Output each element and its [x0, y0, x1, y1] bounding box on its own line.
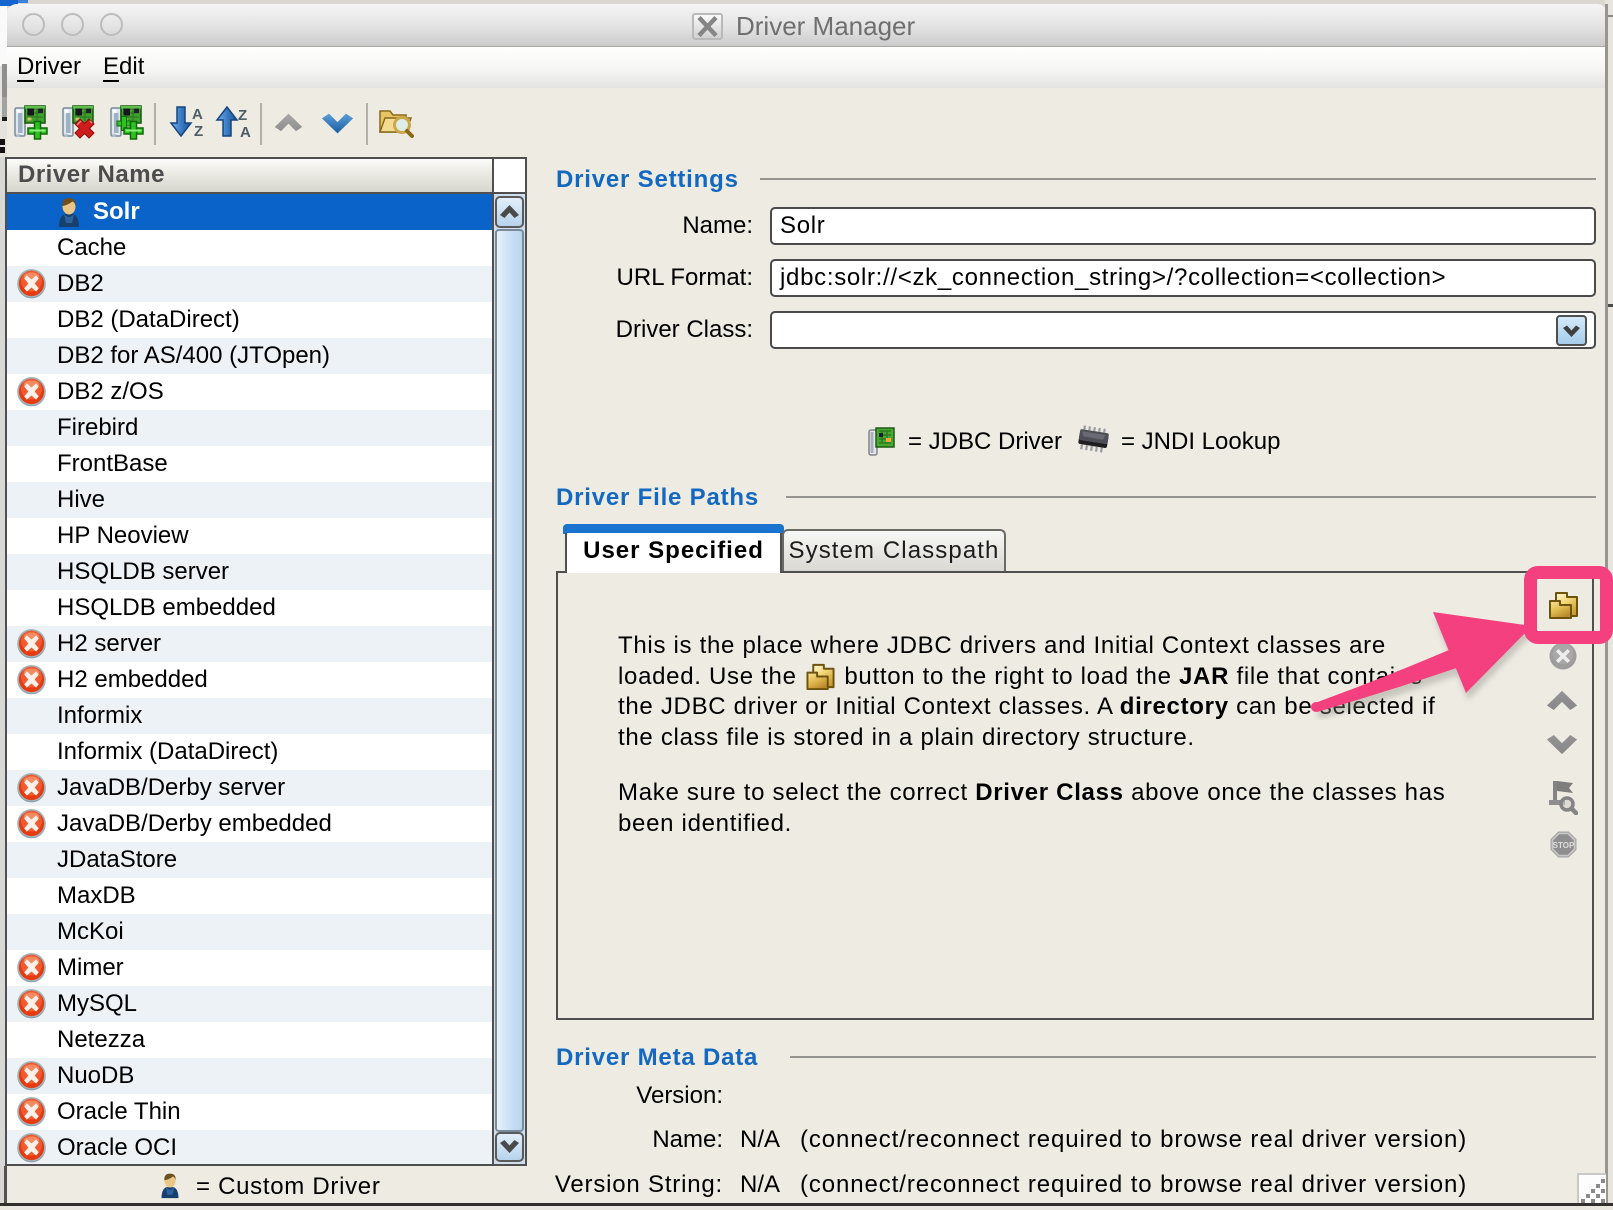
svg-text:Z: Z [194, 123, 203, 139]
svg-text:A: A [192, 106, 203, 123]
svg-text:Z: Z [238, 107, 247, 124]
svg-text:A: A [240, 124, 251, 139]
svg-text:STOP: STOP [1553, 841, 1575, 850]
